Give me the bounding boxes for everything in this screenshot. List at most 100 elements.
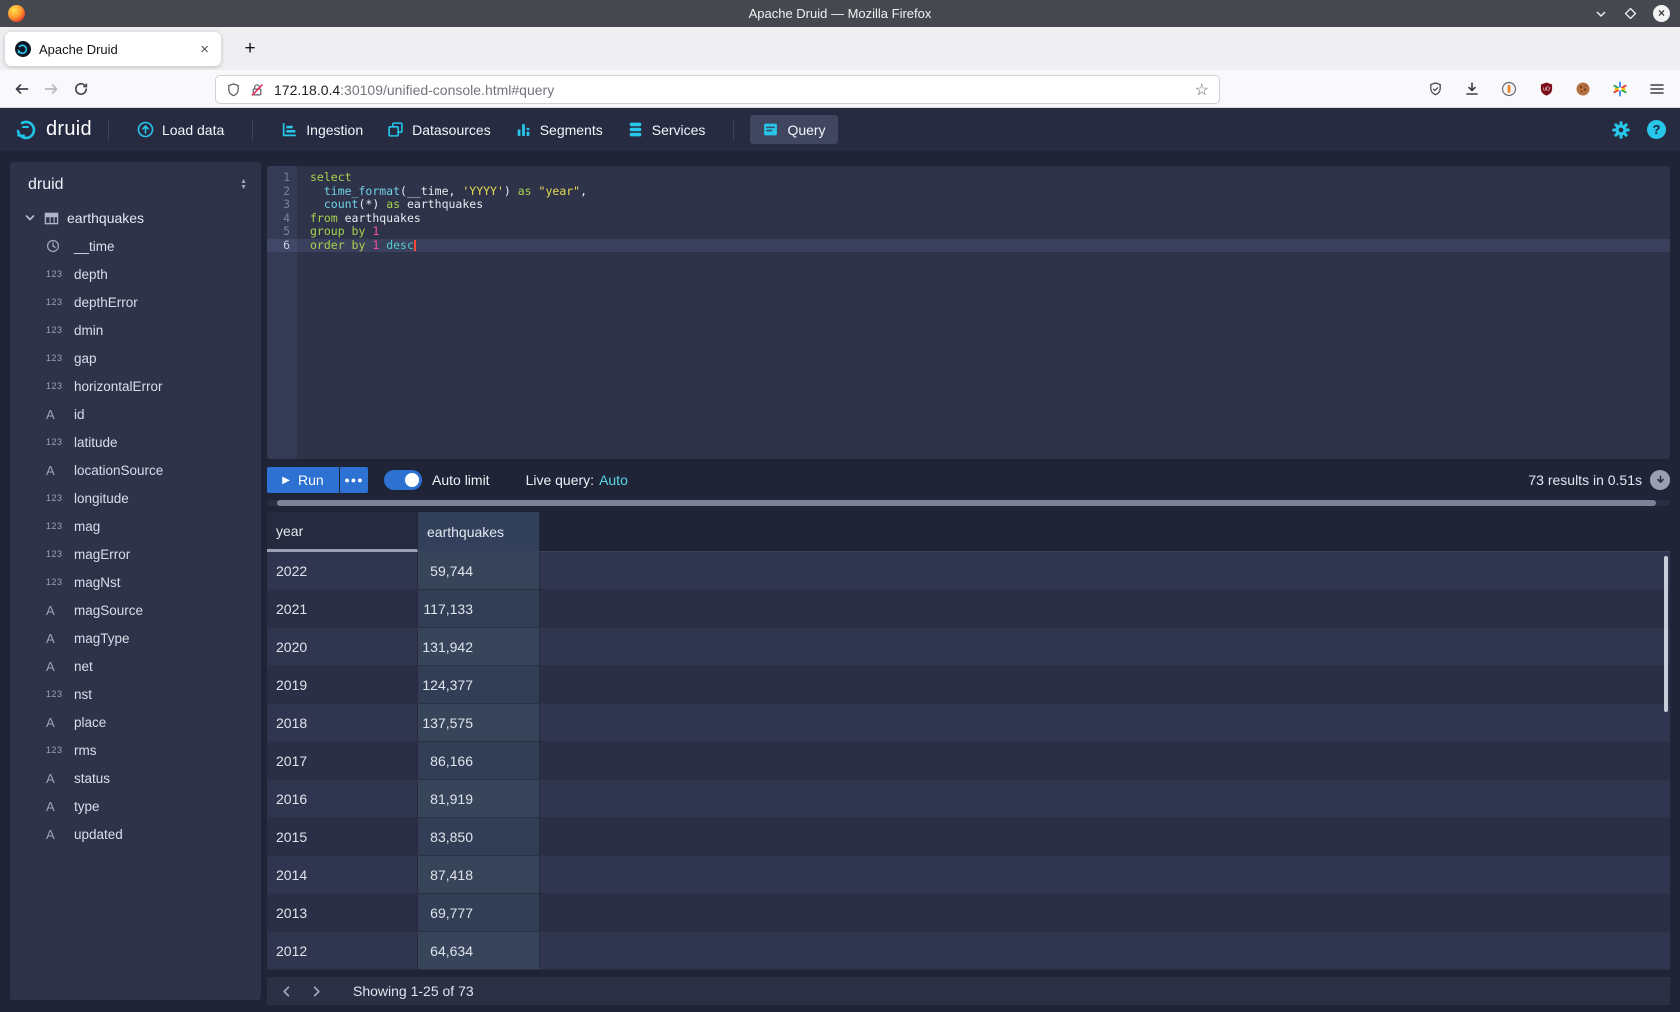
horizontal-scrollbar[interactable] — [267, 500, 1670, 506]
back-icon[interactable] — [6, 75, 36, 103]
menu-hamburger-icon[interactable] — [1642, 75, 1672, 103]
table-row[interactable]: 201786,166 — [267, 742, 1670, 780]
sql-editor[interactable]: 123456 select time_format(__time, 'YYYY'… — [267, 166, 1670, 459]
druid-logo[interactable]: druid — [14, 117, 92, 143]
table-row[interactable]: 2021117,133 — [267, 590, 1670, 628]
column-header-earthquakes[interactable]: earthquakes — [418, 512, 540, 552]
cell-earthquakes[interactable]: 131,942 — [418, 628, 540, 665]
bookmark-star-icon[interactable]: ☆ — [1195, 80, 1209, 100]
sidebar-column-latitude[interactable]: 123latitude — [10, 428, 261, 456]
sidebar-column-magSource[interactable]: AmagSource — [10, 596, 261, 624]
run-button[interactable]: ▶ Run — [267, 467, 339, 493]
next-page-icon[interactable] — [301, 977, 331, 1005]
cell-earthquakes[interactable]: 117,133 — [418, 590, 540, 627]
sidebar-column-mag[interactable]: 123mag — [10, 512, 261, 540]
window-maximize-icon[interactable] — [1624, 7, 1637, 20]
sidebar-column-horizontalError[interactable]: 123horizontalError — [10, 372, 261, 400]
cell-year[interactable]: 2012 — [267, 932, 418, 969]
table-row[interactable]: 202259,744 — [267, 552, 1670, 590]
sidebar-column-locationSource[interactable]: AlocationSource — [10, 456, 261, 484]
sidebar-column-net[interactable]: Anet — [10, 652, 261, 680]
sidebar-column-depthError[interactable]: 123depthError — [10, 288, 261, 316]
sidebar-column-type[interactable]: Atype — [10, 792, 261, 820]
cell-earthquakes[interactable]: 86,166 — [418, 742, 540, 779]
table-row[interactable]: 2018137,575 — [267, 704, 1670, 742]
reload-icon[interactable] — [66, 75, 96, 103]
insecure-lock-icon[interactable] — [249, 82, 265, 98]
sidebar-column-status[interactable]: Astatus — [10, 764, 261, 792]
sidebar-column-magError[interactable]: 123magError — [10, 540, 261, 568]
protections-shield-icon[interactable] — [1420, 75, 1450, 103]
nav-item-services[interactable]: Services — [615, 115, 718, 144]
cell-earthquakes[interactable]: 64,634 — [418, 932, 540, 969]
cell-earthquakes[interactable]: 124,377 — [418, 666, 540, 703]
table-row[interactable]: 201264,634 — [267, 932, 1670, 970]
forward-icon[interactable] — [36, 75, 66, 103]
table-row[interactable]: 201583,850 — [267, 818, 1670, 856]
new-tab-button[interactable]: + — [236, 35, 264, 63]
nav-item-load-data[interactable]: Load data — [125, 115, 236, 144]
cell-earthquakes[interactable]: 59,744 — [418, 552, 540, 589]
sidebar-column-longitude[interactable]: 123longitude — [10, 484, 261, 512]
download-results-icon[interactable] — [1650, 470, 1670, 490]
horizontal-scrollbar-thumb[interactable] — [277, 500, 1656, 506]
downloads-icon[interactable] — [1457, 75, 1487, 103]
cell-year[interactable]: 2018 — [267, 704, 418, 741]
nav-item-segments[interactable]: Segments — [503, 115, 615, 144]
nav-item-ingestion[interactable]: Ingestion — [269, 115, 375, 144]
cell-year[interactable]: 2013 — [267, 894, 418, 931]
cell-year[interactable]: 2019 — [267, 666, 418, 703]
code-line-2[interactable]: time_format(__time, 'YYYY') as "year", — [297, 185, 1670, 199]
browser-tab[interactable]: Apache Druid × — [5, 32, 221, 66]
extension-container-icon[interactable] — [1494, 75, 1524, 103]
ublock-origin-icon[interactable]: uO — [1531, 75, 1561, 103]
table-row[interactable]: 2020131,942 — [267, 628, 1670, 666]
cell-earthquakes[interactable]: 69,777 — [418, 894, 540, 931]
nav-item-query[interactable]: Query — [750, 115, 837, 144]
sort-columns-icon[interactable]: ▲▼ — [240, 179, 247, 191]
table-row[interactable]: 201369,777 — [267, 894, 1670, 932]
sidebar-column-magType[interactable]: AmagType — [10, 624, 261, 652]
column-header-year[interactable]: year — [267, 512, 418, 552]
cell-year[interactable]: 2015 — [267, 818, 418, 855]
cell-year[interactable]: 2022 — [267, 552, 418, 589]
tracking-shield-icon[interactable] — [226, 82, 241, 98]
cookie-extension-icon[interactable] — [1568, 75, 1598, 103]
editor-code[interactable]: select time_format(__time, 'YYYY') as "y… — [297, 166, 1670, 459]
code-line-5[interactable]: group by 1 — [297, 225, 1670, 239]
table-row[interactable]: 201487,418 — [267, 856, 1670, 894]
sidebar-column-depth[interactable]: 123depth — [10, 260, 261, 288]
table-row[interactable]: 2019124,377 — [267, 666, 1670, 704]
nav-item-datasources[interactable]: Datasources — [375, 115, 503, 144]
code-line-1[interactable]: select — [297, 171, 1670, 185]
cell-earthquakes[interactable]: 137,575 — [418, 704, 540, 741]
gear-icon[interactable] — [1611, 120, 1631, 140]
url-bar[interactable]: 172.18.0.4:30109/unified-console.html#qu… — [215, 75, 1220, 104]
cell-earthquakes[interactable]: 83,850 — [418, 818, 540, 855]
cell-earthquakes[interactable]: 87,418 — [418, 856, 540, 893]
code-line-6[interactable]: order by 1 desc — [297, 239, 1670, 253]
sidebar-column-updated[interactable]: Aupdated — [10, 820, 261, 848]
colorful-asterisk-extension-icon[interactable] — [1605, 75, 1635, 103]
code-line-3[interactable]: count(*) as earthquakes — [297, 198, 1670, 212]
cell-year[interactable]: 2014 — [267, 856, 418, 893]
cell-earthquakes[interactable]: 81,919 — [418, 780, 540, 817]
cell-year[interactable]: 2016 — [267, 780, 418, 817]
sidebar-column-place[interactable]: Aplace — [10, 708, 261, 736]
sidebar-column-id[interactable]: Aid — [10, 400, 261, 428]
cell-year[interactable]: 2017 — [267, 742, 418, 779]
chevron-down-icon[interactable] — [24, 212, 36, 224]
datasource-row-earthquakes[interactable]: earthquakes — [10, 204, 261, 232]
window-close-icon[interactable]: × — [1653, 5, 1670, 22]
sidebar-column-gap[interactable]: 123gap — [10, 344, 261, 372]
sidebar-column-rms[interactable]: 123rms — [10, 736, 261, 764]
sidebar-column-nst[interactable]: 123nst — [10, 680, 261, 708]
help-icon[interactable]: ? — [1647, 120, 1666, 139]
cell-year[interactable]: 2020 — [267, 628, 418, 665]
table-row[interactable]: 201681,919 — [267, 780, 1670, 818]
run-more-button[interactable]: ●●● — [340, 467, 368, 493]
cell-year[interactable]: 2021 — [267, 590, 418, 627]
previous-page-icon[interactable] — [271, 977, 301, 1005]
window-minimize-icon[interactable] — [1594, 7, 1608, 21]
sidebar-column-dmin[interactable]: 123dmin — [10, 316, 261, 344]
